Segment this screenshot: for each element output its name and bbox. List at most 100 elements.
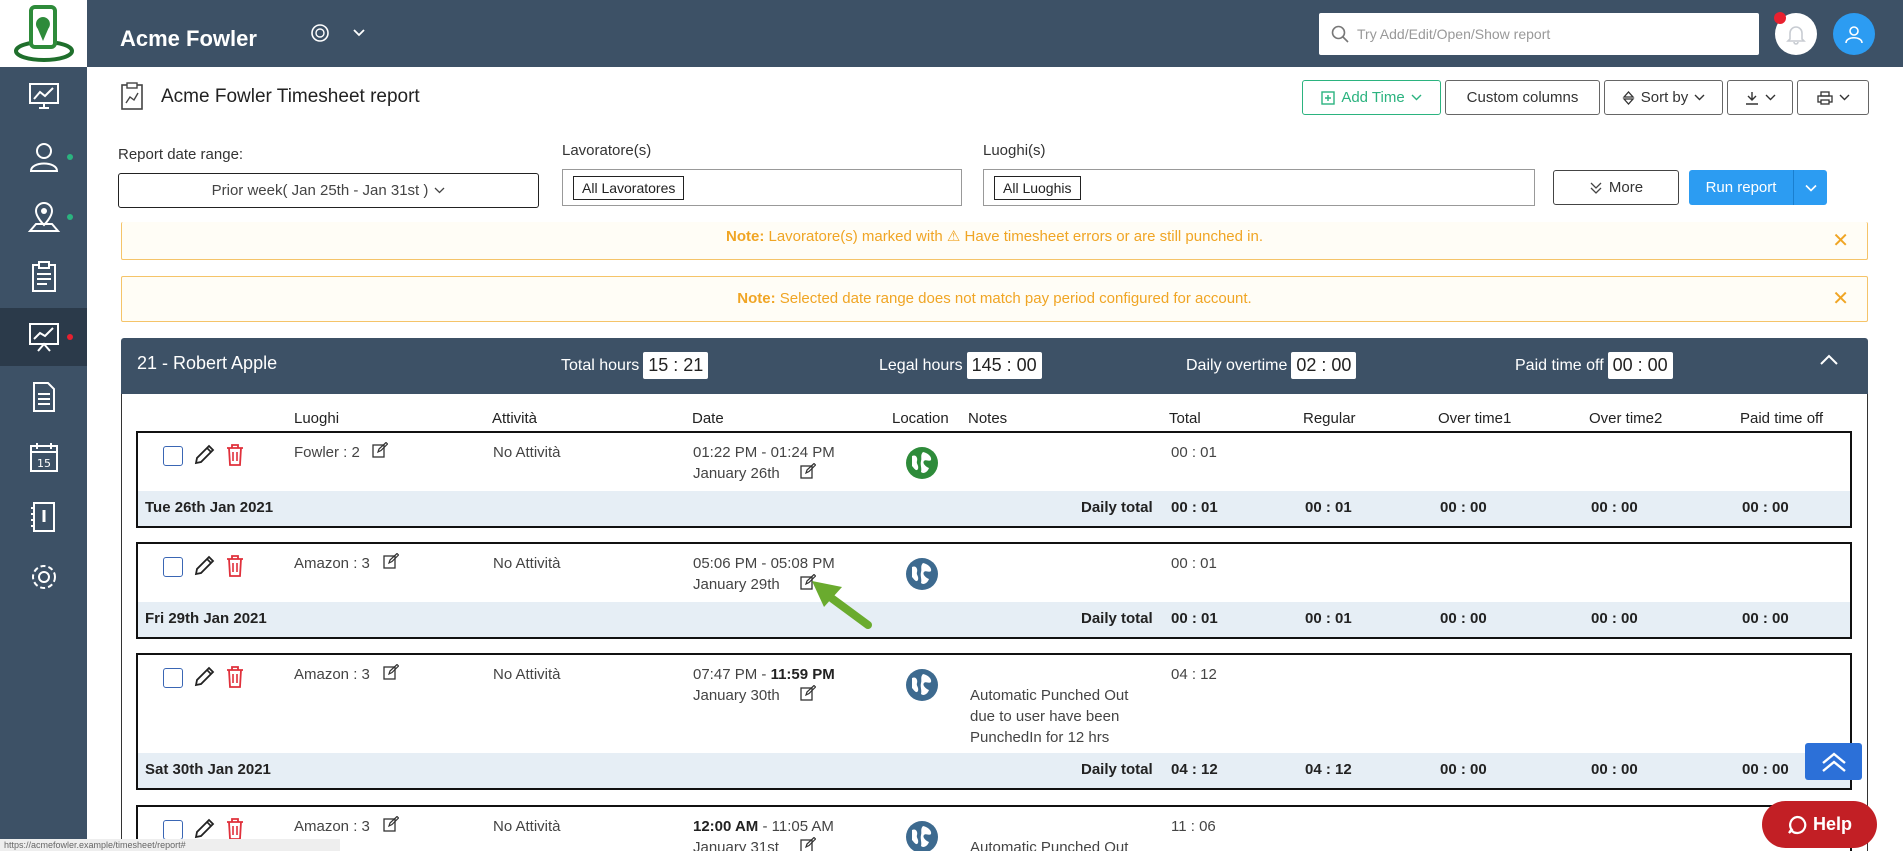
trash-icon[interactable] [224, 817, 246, 841]
sidebar-item-settings[interactable] [0, 548, 87, 606]
help-button[interactable]: Help [1762, 801, 1877, 848]
note-text: Lavoratore(s) marked with [768, 228, 943, 245]
date-range-dropdown[interactable]: Prior week( Jan 25th - Jan 31st ) [118, 173, 539, 208]
edit-note-icon[interactable] [383, 816, 399, 832]
user-avatar-button[interactable] [1833, 13, 1875, 55]
scroll-to-top-button[interactable] [1805, 743, 1862, 780]
daily-total-value: 00 : 01 [1171, 499, 1218, 516]
column-header: Location [892, 410, 949, 427]
places-chip[interactable]: All Luoghis [994, 176, 1081, 200]
sidebar-item-calendar[interactable]: 15 [0, 428, 87, 486]
workers-select[interactable]: All Lavoratores [562, 169, 962, 206]
chevron-down-icon [1839, 94, 1849, 101]
daily-total-label: Daily total [1081, 610, 1153, 627]
trash-icon[interactable] [224, 665, 246, 689]
close-icon[interactable]: ✕ [1832, 277, 1849, 321]
daily-overtime1-value: 00 : 00 [1440, 499, 1487, 516]
column-header: Attività [492, 410, 538, 427]
pencil-icon[interactable] [192, 817, 216, 841]
chevron-down-icon[interactable] [352, 26, 366, 40]
daily-regular-value: 00 : 01 [1305, 610, 1352, 627]
daily-overtime2-value: 00 : 00 [1591, 499, 1638, 516]
report-filters: Report date range: Prior week( Jan 25th … [104, 126, 1903, 226]
search-box[interactable] [1319, 13, 1759, 55]
time-start: 01:22 PM [693, 444, 758, 461]
pointer-arrow-icon [812, 581, 872, 629]
activity-name: No Attività [493, 818, 561, 835]
chevron-down-icon [1765, 94, 1775, 101]
timesheet-record: Amazon : 3 No Attività 12:00 AM - 11:05 AM… [136, 805, 1852, 851]
time-end: 11:59 PM [770, 666, 835, 683]
user-status-badge [1774, 12, 1786, 24]
activity-name: No Attività [493, 555, 561, 572]
map-location-icon [27, 201, 60, 232]
timesheet-record: Fowler : 2 No Attività 01:22 PM - 01:24 PM… [136, 431, 1852, 528]
workers-chip[interactable]: All Lavoratores [573, 176, 685, 200]
chat-bubble-icon [1788, 815, 1807, 834]
edit-note-icon[interactable] [383, 553, 399, 569]
daily-total-bar: Tue 26th Jan 2021 Daily total 00 : 01 00 : … [138, 491, 1850, 526]
add-time-label: Add Time [1341, 89, 1405, 106]
column-header: Notes [968, 410, 1008, 427]
stat-value: 15 : 21 [643, 352, 709, 379]
sort-by-button[interactable]: Sort by [1604, 80, 1723, 115]
trash-icon[interactable] [224, 443, 246, 467]
sidebar-item-documents[interactable] [0, 368, 87, 426]
daily-total-label: Daily total [1081, 761, 1153, 778]
edit-note-icon[interactable] [383, 664, 399, 680]
run-report-button[interactable]: Run report [1689, 170, 1827, 205]
document-icon [32, 382, 55, 412]
globe-location-icon[interactable] [905, 557, 939, 591]
sidebar-item-timesheets[interactable] [0, 248, 87, 306]
sidebar-item-reports[interactable] [0, 308, 87, 366]
status-dot [67, 214, 73, 220]
users-icon [29, 143, 58, 172]
sidebar-item-contacts[interactable] [0, 488, 87, 546]
download-button[interactable] [1727, 80, 1793, 115]
currency-icon[interactable] [309, 22, 331, 44]
row-checkbox[interactable] [163, 668, 183, 688]
app-logo[interactable] [0, 0, 87, 67]
stat-value: 00 : 00 [1607, 352, 1673, 379]
sidebar-item-workers[interactable] [0, 128, 87, 186]
monitor-chart-icon [28, 83, 59, 109]
close-icon[interactable]: ✕ [1832, 226, 1849, 256]
row-checkbox[interactable] [163, 446, 183, 466]
row-checkbox[interactable] [163, 820, 183, 840]
globe-location-icon[interactable] [905, 446, 939, 480]
time-range: 05:06 PM - 05:08 PM [693, 555, 835, 572]
run-report-options[interactable] [1793, 170, 1827, 205]
edit-date-icon[interactable] [800, 463, 816, 479]
time-start: 05:06 PM [693, 555, 758, 572]
map-pin-logo-icon [13, 4, 74, 62]
gear-icon [31, 565, 56, 589]
add-time-button[interactable]: Add Time [1302, 80, 1441, 115]
places-select[interactable]: All Luoghis [983, 169, 1535, 206]
brand-name: Acme Fowler [120, 26, 257, 51]
timesheet-errors-note: Note: Lavoratore(s) marked with ⚠ Have t… [121, 222, 1868, 260]
search-input[interactable] [1357, 26, 1737, 42]
edit-date-icon[interactable] [800, 685, 816, 701]
timesheet-record: Amazon : 3 No Attività 07:47 PM - 11:59 PM… [136, 653, 1852, 790]
record-note: Automatic Punched Out [970, 687, 1129, 704]
note-text: Have timesheet errors or are still punch… [964, 228, 1263, 245]
globe-location-icon[interactable] [905, 820, 939, 851]
place-name: Amazon : 3 [294, 666, 370, 683]
stat-value: 145 : 00 [966, 352, 1042, 379]
pencil-icon[interactable] [192, 554, 216, 578]
more-button[interactable]: More [1553, 170, 1679, 205]
row-checkbox[interactable] [163, 557, 183, 577]
edit-note-icon[interactable] [372, 442, 388, 458]
chevron-up-icon[interactable] [1819, 352, 1839, 366]
pencil-icon[interactable] [192, 443, 216, 467]
sidebar-item-dashboard[interactable] [0, 67, 87, 125]
print-button[interactable] [1797, 80, 1869, 115]
trash-icon[interactable] [224, 554, 246, 578]
date-range-label: Report date range: [118, 146, 244, 163]
edit-date-icon[interactable] [800, 837, 816, 851]
record-date: January 30th [693, 687, 780, 704]
globe-location-icon[interactable] [905, 668, 939, 702]
sidebar-item-locations[interactable] [0, 188, 87, 246]
custom-columns-button[interactable]: Custom columns [1445, 80, 1600, 115]
pencil-icon[interactable] [192, 665, 216, 689]
